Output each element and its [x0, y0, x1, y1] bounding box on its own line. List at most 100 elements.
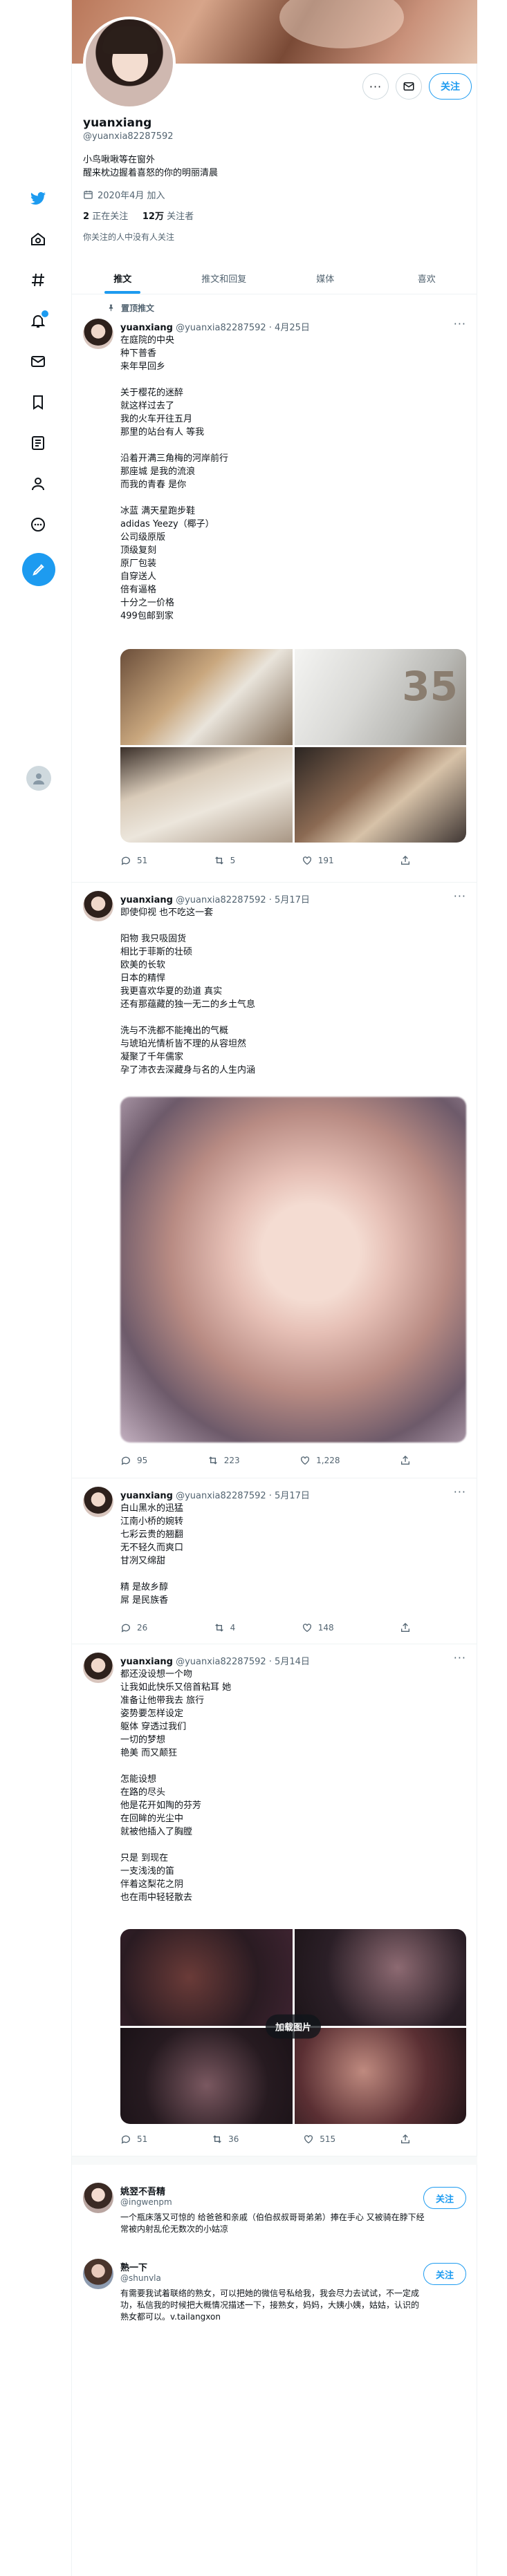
like-button[interactable]: 191: [302, 855, 334, 866]
lists-icon[interactable]: [29, 434, 47, 452]
recommended-avatar[interactable]: [83, 2259, 113, 2289]
tweet-handle-date[interactable]: @yuanxia82287592 · 4月25日: [176, 323, 310, 333]
tab-tweets-and-replies[interactable]: 推文和回复: [174, 263, 275, 294]
notifications-bell-icon[interactable]: [29, 309, 50, 330]
more-circle-icon[interactable]: [29, 516, 47, 534]
tweet-card[interactable]: yuanxiang @yuanxia82287592 · 5月14日 ··· 都…: [72, 1644, 477, 2156]
retweet-button[interactable]: 5: [214, 855, 236, 866]
recommended-account[interactable]: 姚翌不吾精 @ingwenpm 一个瓶床落又可惊的 给爸爸和亲戚（伯伯叔叔哥哥弟…: [72, 2177, 477, 2246]
media-image[interactable]: [120, 1929, 293, 2026]
shoe-box-number: 35: [402, 663, 458, 710]
compose-tweet-icon[interactable]: [22, 553, 55, 586]
recommended-follow-button[interactable]: 关注: [423, 2187, 466, 2209]
tweet-more-icon[interactable]: ···: [454, 1485, 466, 1498]
share-button[interactable]: [400, 855, 411, 866]
reply-button[interactable]: 51: [120, 2134, 147, 2145]
tweet-card[interactable]: yuanxiang @yuanxia82287592 · 5月17日 ··· 白…: [72, 1478, 477, 1644]
recommended-bio: 一个瓶床落又可惊的 给爸爸和亲戚（伯伯叔叔哥哥弟弟）捧在手心 又被骑在脖下经常被…: [120, 2212, 425, 2234]
account-avatar-icon[interactable]: [26, 766, 51, 791]
like-button[interactable]: 148: [302, 1622, 334, 1633]
load-images-button[interactable]: 加载图片: [265, 2014, 322, 2039]
messages-envelope-icon[interactable]: [29, 352, 47, 370]
share-button[interactable]: [400, 1455, 411, 1466]
tweet-handle-date[interactable]: @yuanxia82287592 · 5月17日: [176, 1491, 310, 1501]
tweet-avatar[interactable]: [83, 319, 113, 349]
explore-hashtag-icon[interactable]: [29, 271, 47, 289]
envelope-icon: [403, 82, 414, 91]
tweet-media-grid: 加载图片: [120, 1929, 466, 2124]
reply-button[interactable]: 95: [120, 1455, 147, 1466]
media-image[interactable]: [120, 746, 293, 843]
tweet-text: 白山黑水的迅猛 江南小桥的婉转 七彩云贵的翘翻 无不轻久而爽口 甘冽又绵甜 精 …: [120, 1503, 184, 1606]
message-button[interactable]: [396, 73, 422, 100]
recommended-follow-button[interactable]: 关注: [423, 2263, 466, 2285]
tweet-text: 都还没设想一个吻 让我如此快乐又倍首粘耳 她 准备让他带我去 旅行 姿势要怎样设…: [120, 1669, 232, 1903]
tab-likes[interactable]: 喜欢: [376, 263, 478, 294]
share-button[interactable]: [400, 1622, 411, 1633]
tab-media[interactable]: 媒体: [275, 263, 376, 294]
followers-label: 关注者: [167, 211, 194, 222]
tweet-card[interactable]: 置顶推文 yuanxiang @yuanxia82287592 · 4月25日 …: [72, 295, 477, 883]
tweet-avatar[interactable]: [83, 1653, 113, 1683]
more-options-button[interactable]: ···: [362, 73, 389, 100]
profile-person-icon[interactable]: [29, 475, 47, 493]
retweet-button[interactable]: 223: [208, 1455, 240, 1466]
share-icon: [401, 2134, 409, 2143]
more-dots-icon: ···: [369, 79, 382, 93]
reply-button[interactable]: 51: [120, 855, 147, 866]
join-date-text: 2020年4月 加入: [98, 191, 165, 201]
tweet-author-name[interactable]: yuanxiang: [120, 1491, 173, 1501]
like-count: 515: [320, 2134, 336, 2144]
profile-name: yuanxiang: [83, 116, 152, 130]
retweet-button[interactable]: 4: [214, 1622, 235, 1633]
tweet-avatar[interactable]: [83, 1487, 113, 1517]
retweet-button[interactable]: 36: [212, 2134, 239, 2145]
tweet-more-icon[interactable]: ···: [454, 890, 466, 903]
follow-button[interactable]: 关注: [429, 73, 472, 100]
reply-button[interactable]: 26: [120, 1622, 147, 1633]
share-button[interactable]: [400, 2134, 411, 2145]
media-image[interactable]: [294, 2027, 466, 2124]
following-link[interactable]: 2 正在关注: [83, 211, 128, 222]
reply-count: 51: [137, 856, 148, 865]
tweet-media-grid: 35: [120, 649, 466, 843]
like-button[interactable]: 515: [303, 2134, 335, 2145]
tweet-author-name[interactable]: yuanxiang: [120, 1657, 173, 1667]
tweet-author-name[interactable]: yuanxiang: [120, 323, 173, 333]
recommended-handle[interactable]: @ingwenpm: [120, 2197, 172, 2207]
tweet-avatar[interactable]: [83, 891, 113, 921]
like-button[interactable]: 1,228: [299, 1455, 340, 1466]
recommended-name[interactable]: 姚翌不吾精: [120, 2184, 165, 2197]
recommended-account[interactable]: 熟一下 @shunvla 有需要我试着联络的熟女，可以把她的微信号私给我，我会尽…: [72, 2253, 477, 2336]
media-image[interactable]: [294, 746, 466, 843]
reply-count: 26: [137, 1623, 148, 1633]
home-icon[interactable]: [29, 230, 47, 248]
bookmarks-icon[interactable]: [29, 393, 47, 411]
tweet-actions: 51 5 191: [120, 855, 411, 866]
recommended-avatar[interactable]: [83, 2183, 113, 2213]
bio-line: 醒来枕边握着喜怒的你的明丽清晨: [83, 168, 219, 178]
calendar-icon: [84, 190, 93, 199]
tweet-more-icon[interactable]: ···: [454, 317, 466, 330]
twitter-logo-icon[interactable]: [29, 189, 47, 207]
tweet-more-icon[interactable]: ···: [454, 1651, 466, 1664]
recommended-name[interactable]: 熟一下: [120, 2260, 147, 2273]
media-image[interactable]: [294, 1929, 466, 2026]
tweet-card[interactable]: yuanxiang @yuanxia82287592 · 5月17日 ··· 即…: [72, 883, 477, 1478]
profile-avatar[interactable]: [83, 17, 176, 109]
media-image[interactable]: [120, 649, 293, 745]
tweet-handle-date[interactable]: @yuanxia82287592 · 5月14日: [176, 1657, 310, 1667]
media-image[interactable]: [120, 2027, 293, 2124]
tweet-author-name[interactable]: yuanxiang: [120, 895, 173, 905]
recommended-handle[interactable]: @shunvla: [120, 2273, 161, 2283]
heart-icon: [301, 1456, 310, 1465]
tweet-media-image-blurred[interactable]: [120, 1097, 466, 1442]
known-followers-note[interactable]: 你关注的人中没有人关注: [83, 231, 174, 243]
tab-tweets[interactable]: 推文: [72, 263, 174, 294]
tweet-text: 即使仰视 也不吃这一套 阳物 我只吸固货 相比于菲斯的壮硕 欧美的长软 日本的精…: [120, 908, 256, 1075]
retweet-count: 5: [230, 856, 236, 865]
like-count: 1,228: [316, 1456, 340, 1465]
media-image[interactable]: 35: [294, 649, 466, 745]
tweet-handle-date[interactable]: @yuanxia82287592 · 5月17日: [176, 895, 310, 905]
followers-link[interactable]: 12万 关注者: [142, 211, 194, 222]
